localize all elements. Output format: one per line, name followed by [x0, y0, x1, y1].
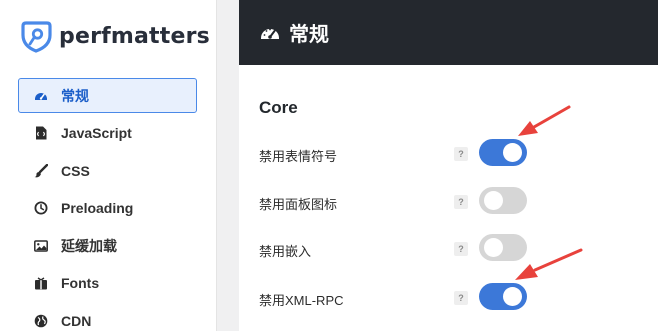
page-title: 常规 — [289, 24, 329, 46]
font-box-icon — [34, 276, 48, 290]
option-label: 禁用XML-RPC — [259, 293, 344, 308]
sidebar-item-lazy-load[interactable]: 延缓加载 — [18, 228, 197, 263]
option-disable-dashicons: 禁用面板图标 ? — [259, 187, 639, 217]
sidebar-item-css[interactable]: CSS — [18, 153, 197, 188]
option-label: 禁用嵌入 — [259, 244, 312, 259]
toggle-switch[interactable] — [479, 139, 527, 166]
clock-icon — [34, 201, 48, 215]
image-icon — [34, 239, 48, 253]
sidebar-item-label: CSS — [61, 162, 90, 179]
option-disable-xml-rpc: 禁用XML-RPC ? — [259, 283, 639, 313]
toggle-knob — [484, 191, 503, 210]
sidebar: perfmatters 常规 JavaScript CSS Preloading — [0, 0, 217, 331]
help-icon[interactable]: ? — [454, 147, 468, 161]
sidebar-item-preloading[interactable]: Preloading — [18, 191, 197, 226]
section-title: Core — [259, 98, 298, 117]
brand-logo[interactable]: perfmatters — [19, 19, 210, 53]
js-file-icon — [34, 126, 48, 140]
toggle-switch[interactable] — [479, 187, 527, 214]
toggle-knob — [503, 143, 522, 162]
option-label: 禁用面板图标 — [259, 197, 338, 212]
sidebar-item-javascript[interactable]: JavaScript — [18, 116, 197, 151]
sidebar-item-label: 常规 — [61, 87, 89, 104]
brand-name: perfmatters — [59, 23, 210, 49]
option-disable-emojis: 禁用表情符号 ? — [259, 139, 639, 169]
sidebar-menu: 常规 JavaScript CSS Preloading 延缓加载 Fonts … — [18, 78, 197, 331]
option-disable-embeds: 禁用嵌入 ? — [259, 234, 639, 264]
paintbrush-icon — [34, 163, 48, 178]
perfmatters-logo-icon — [21, 21, 52, 53]
sidebar-item-label: 延缓加载 — [61, 237, 117, 254]
sidebar-item-label: Preloading — [61, 200, 134, 216]
help-icon[interactable]: ? — [454, 195, 468, 209]
sidebar-item-label: JavaScript — [61, 125, 132, 141]
toggle-switch[interactable] — [479, 234, 527, 261]
toggle-switch[interactable] — [479, 283, 527, 310]
page-header: 常规 — [239, 0, 658, 65]
dashboard-gauge-icon — [34, 89, 48, 103]
sidebar-item-general[interactable]: 常规 — [18, 78, 197, 113]
help-icon[interactable]: ? — [454, 242, 468, 256]
sidebar-item-label: Fonts — [61, 275, 100, 291]
settings-panel: Core 禁用表情符号 ? 禁用面板图标 ? 禁用嵌入 ? 禁用XML-RPC … — [239, 65, 658, 331]
dashboard-gauge-icon — [261, 28, 279, 39]
toggle-knob — [484, 238, 503, 257]
sidebar-item-cdn[interactable]: CDN — [18, 303, 197, 331]
globe-icon — [34, 314, 48, 328]
sidebar-item-fonts[interactable]: Fonts — [18, 266, 197, 301]
option-label: 禁用表情符号 — [259, 149, 338, 164]
sidebar-item-label: CDN — [61, 312, 92, 329]
help-icon[interactable]: ? — [454, 291, 468, 305]
toggle-knob — [503, 287, 522, 306]
